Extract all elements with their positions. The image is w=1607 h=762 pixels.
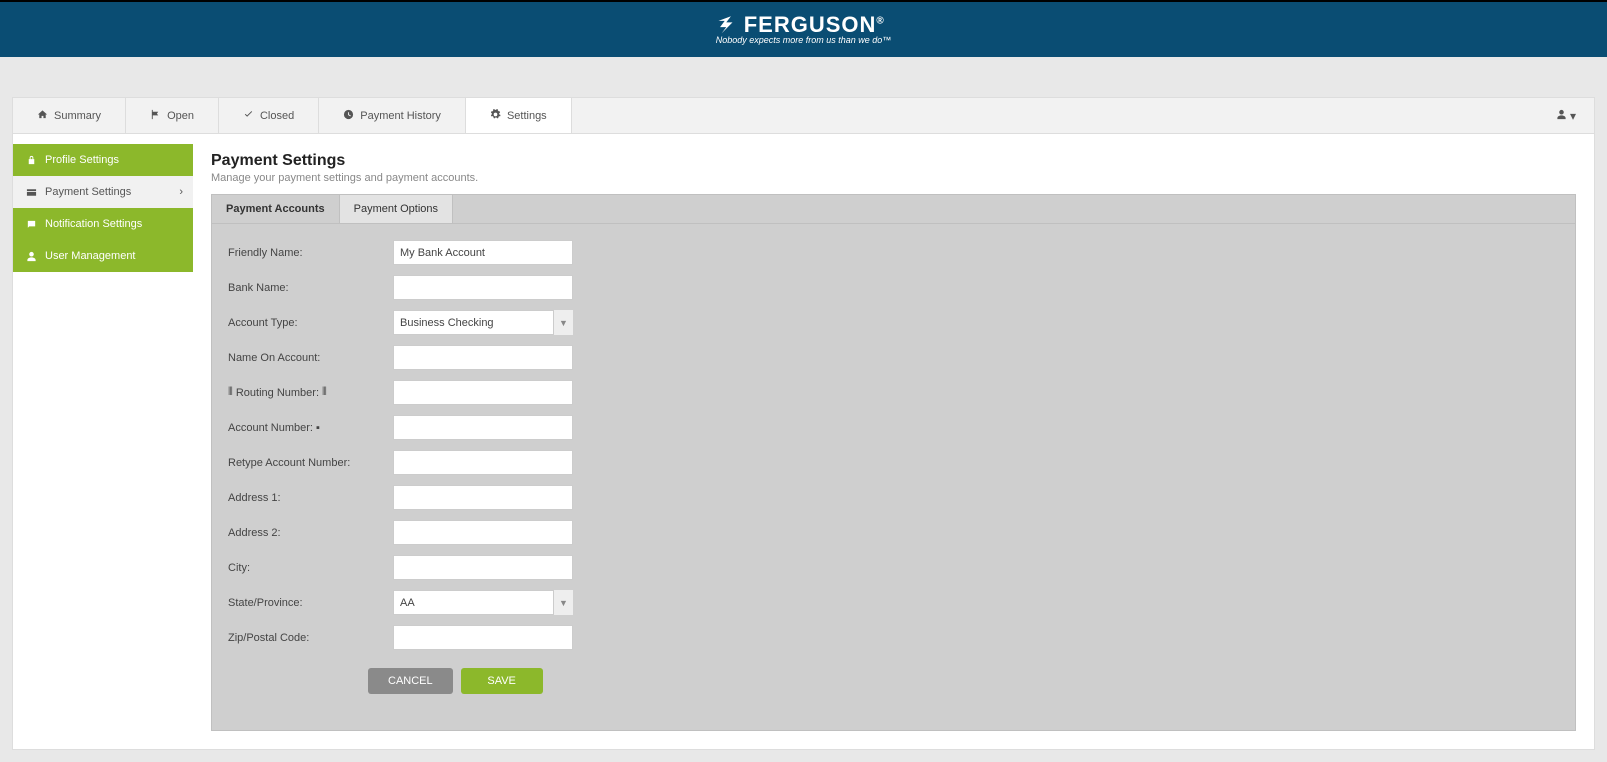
tab-closed[interactable]: Closed: [219, 98, 319, 133]
chevron-down-icon: ▾: [1570, 109, 1576, 123]
tab-open-label: Open: [167, 110, 194, 122]
input-routing-number[interactable]: [393, 380, 573, 405]
user-icon: [25, 250, 37, 262]
sidebar-notification-label: Notification Settings: [45, 218, 142, 230]
cancel-button[interactable]: CANCEL: [368, 668, 453, 694]
check-icon: [243, 109, 254, 123]
label-account-number: Account Number: ▪: [228, 422, 393, 434]
input-name-on-account[interactable]: [393, 345, 573, 370]
user-icon: [1556, 109, 1567, 123]
ferguson-logo-icon: [716, 15, 738, 37]
label-bank-name: Bank Name:: [228, 282, 393, 294]
gear-icon: [490, 109, 501, 123]
brand-name: FERGUSON: [744, 12, 877, 37]
label-routing-number: ⦀ Routing Number: ⦀: [228, 386, 393, 399]
sidebar-profile-label: Profile Settings: [45, 154, 119, 166]
clock-icon: [343, 109, 354, 123]
select-account-type[interactable]: [393, 310, 573, 335]
brand-tagline: Nobody expects more from us than we do™: [716, 36, 892, 46]
label-address-1: Address 1:: [228, 492, 393, 504]
tab-summary-label: Summary: [54, 110, 101, 122]
inner-tab-payment-accounts[interactable]: Payment Accounts: [212, 195, 339, 223]
input-city[interactable]: [393, 555, 573, 580]
tab-closed-label: Closed: [260, 110, 294, 122]
input-retype-account-number[interactable]: [393, 450, 573, 475]
tab-open[interactable]: Open: [126, 98, 219, 133]
label-friendly-name: Friendly Name:: [228, 247, 393, 259]
page-title: Payment Settings: [211, 152, 1576, 170]
card-icon: [25, 186, 37, 198]
user-menu[interactable]: ▾: [1538, 109, 1594, 123]
label-city: City:: [228, 562, 393, 574]
routing-end-icon: ⦀: [322, 386, 327, 399]
sidebar-item-payment[interactable]: Payment Settings ›: [13, 176, 193, 208]
sidebar-item-profile[interactable]: Profile Settings: [13, 144, 193, 176]
inner-tab-payment-options[interactable]: Payment Options: [339, 195, 453, 223]
label-name-on-account: Name On Account:: [228, 352, 393, 364]
label-account-type: Account Type:: [228, 317, 393, 329]
sidebar-item-user-management[interactable]: User Management: [13, 240, 193, 272]
settings-sidebar: Profile Settings Payment Settings › Noti…: [13, 134, 193, 749]
input-friendly-name[interactable]: [393, 240, 573, 265]
home-icon: [37, 109, 48, 123]
input-address-1[interactable]: [393, 485, 573, 510]
header-bar: FERGUSON® Nobody expects more from us th…: [0, 2, 1607, 57]
tab-summary[interactable]: Summary: [13, 98, 126, 133]
tab-settings-label: Settings: [507, 110, 547, 122]
tab-payment-history[interactable]: Payment History: [319, 98, 466, 133]
label-routing-number-text: Routing Number:: [236, 387, 319, 399]
brand-logo: FERGUSON® Nobody expects more from us th…: [716, 13, 892, 45]
input-bank-name[interactable]: [393, 275, 573, 300]
page-subtitle: Manage your payment settings and payment…: [211, 172, 1576, 184]
input-account-number[interactable]: [393, 415, 573, 440]
save-button[interactable]: SAVE: [461, 668, 543, 694]
sidebar-payment-label: Payment Settings: [45, 186, 131, 198]
label-state-province: State/Province:: [228, 597, 393, 609]
label-account-number-text: Account Number:: [228, 422, 313, 434]
label-zip: Zip/Postal Code:: [228, 632, 393, 644]
account-number-icon: ▪: [316, 422, 320, 434]
chevron-right-icon: ›: [179, 186, 183, 198]
registered-mark: ®: [876, 16, 884, 27]
sidebar-usermgmt-label: User Management: [45, 250, 136, 262]
flag-icon: [150, 109, 161, 123]
top-tabs: Summary Open Closed Payment History Sett…: [12, 97, 1595, 133]
label-retype-account-number: Retype Account Number:: [228, 457, 393, 469]
chat-icon: [25, 218, 37, 230]
sidebar-item-notification[interactable]: Notification Settings: [13, 208, 193, 240]
lock-icon: [25, 154, 37, 166]
tab-settings[interactable]: Settings: [466, 97, 572, 133]
label-address-2: Address 2:: [228, 527, 393, 539]
input-zip[interactable]: [393, 625, 573, 650]
routing-start-icon: ⦀: [228, 386, 233, 399]
tab-payment-history-label: Payment History: [360, 110, 441, 122]
input-address-2[interactable]: [393, 520, 573, 545]
select-state-province[interactable]: [393, 590, 573, 615]
payment-form-panel: Payment Accounts Payment Options Friendl…: [211, 194, 1576, 731]
